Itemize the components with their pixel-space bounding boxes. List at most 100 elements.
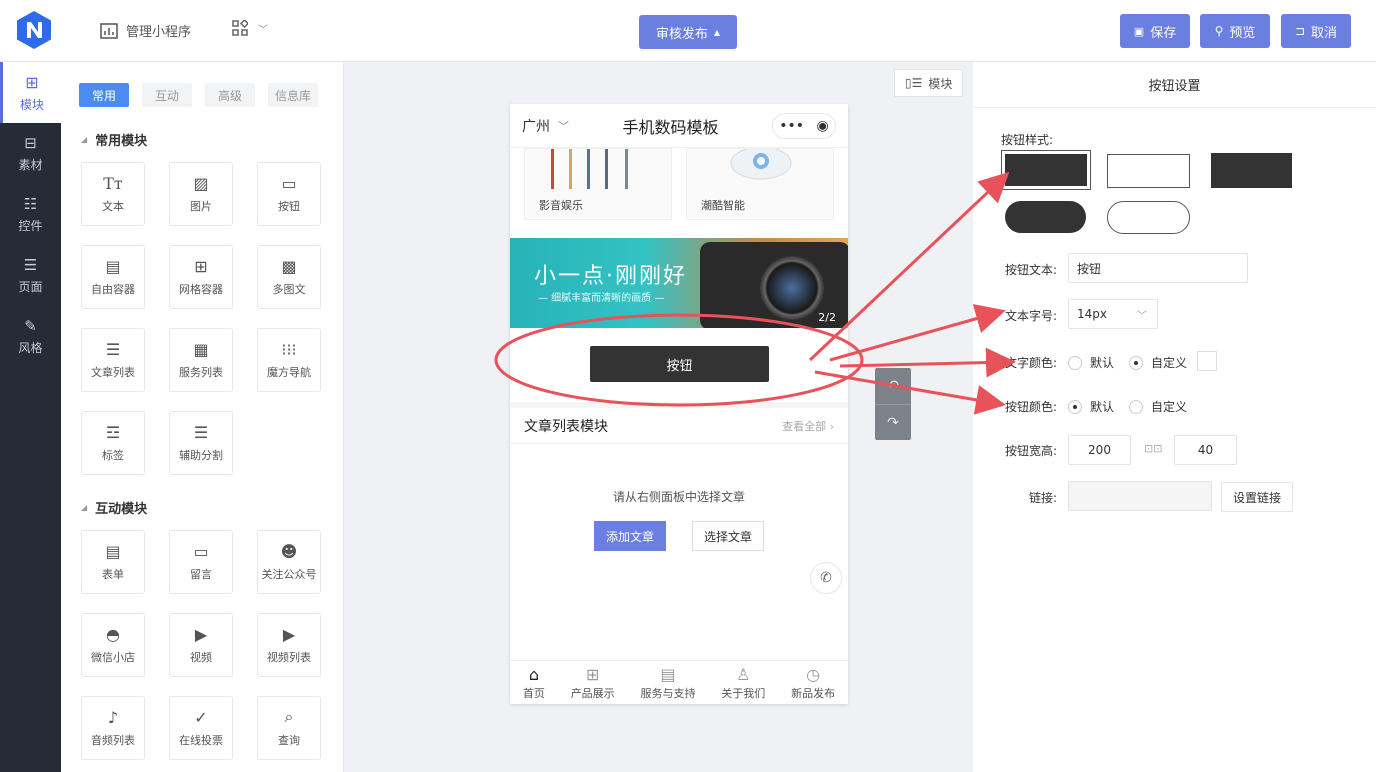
module-cube-nav[interactable]: ⁝⁝⁝ 魔方导航 — [257, 328, 321, 392]
btncolor-default-radio[interactable]: 默认 — [1068, 398, 1114, 415]
tabbar-service[interactable]: ▤ 服务与支持 — [640, 661, 695, 704]
module-tag[interactable]: ☲ 标签 — [81, 411, 145, 475]
undo-icon[interactable]: ↶ — [875, 368, 911, 404]
style-option-solid-pill[interactable] — [1005, 201, 1086, 233]
caret-up-icon: ▲ — [713, 27, 721, 37]
module-audio-list[interactable]: ♪ 音频列表 — [81, 696, 145, 760]
module-image[interactable]: ▨ 图片 — [169, 162, 233, 226]
service-list-icon: ▦ — [193, 339, 209, 359]
tab-advanced[interactable]: 高级 — [205, 83, 255, 107]
module-palette: 常用 互动 高级 信息库 ◢ 常用模块 Tт 文本 ▨ 图片 ▭ 按钮 ▤ 自由容器 ⊞… — [61, 62, 344, 772]
button-module[interactable]: 按钮 — [590, 346, 769, 382]
briefcase-icon: ⊟ — [24, 134, 37, 152]
add-article-button[interactable]: 添加文章 — [594, 521, 666, 551]
style-option-solid-dark[interactable] — [1211, 153, 1292, 188]
set-link-button[interactable]: 设置链接 — [1221, 482, 1293, 512]
module-video-list[interactable]: ▶ 视频列表 — [257, 613, 321, 677]
nav-item-modules[interactable]: ⊞ 模块 — [0, 62, 61, 123]
tabbar-products[interactable]: ⊞ 产品展示 — [571, 661, 615, 704]
tab-info-library[interactable]: 信息库 — [268, 83, 318, 107]
module-article-list[interactable]: ☰ 文章列表 — [81, 328, 145, 392]
section-common-title[interactable]: ◢ 常用模块 — [81, 130, 147, 149]
button-icon: ▭ — [281, 173, 297, 193]
height-input[interactable]: 40 — [1174, 435, 1237, 465]
module-button[interactable]: ▭ 按钮 — [257, 162, 321, 226]
textcolor-swatch[interactable] — [1197, 351, 1217, 371]
module-divider[interactable]: ☰ 辅助分割 — [169, 411, 233, 475]
preview-button[interactable]: ⚲ 预览 — [1200, 14, 1270, 48]
select-article-button[interactable]: 选择文章 — [692, 521, 764, 551]
textcolor-custom-radio[interactable]: 自定义 — [1129, 354, 1187, 371]
style-option-outline-pill[interactable] — [1107, 201, 1190, 234]
module-label: 网格容器 — [179, 283, 223, 296]
product-label: 影音娱乐 — [539, 199, 583, 212]
product-card[interactable]: 影音娱乐 — [524, 148, 672, 220]
document-icon: ▤ — [660, 664, 676, 684]
style-option-outline-square[interactable] — [1107, 154, 1190, 188]
tab-common[interactable]: 常用 — [79, 83, 129, 107]
manage-mini-program[interactable]: 管理小程序 — [100, 21, 191, 40]
section-common-label: 常用模块 — [95, 134, 148, 149]
cancel-button[interactable]: ⊐ 取消 — [1281, 14, 1351, 48]
history-controls: ↶ ↷ — [875, 368, 911, 440]
view-all-link[interactable]: 查看全部 › — [782, 418, 834, 434]
clock-icon: ◷ — [806, 664, 821, 684]
module-online-vote[interactable]: ✓ 在线投票 — [169, 696, 233, 760]
nav-item-style[interactable]: ✎ 风格 — [0, 306, 61, 367]
module-text[interactable]: Tт 文本 — [81, 162, 145, 226]
module-free-container[interactable]: ▤ 自由容器 — [81, 245, 145, 309]
module-follow-account[interactable]: ☻ 关注公众号 — [257, 530, 321, 594]
banner-carousel[interactable]: 小一点·刚刚好 — 细腻丰富而清晰的画质 — 2/2 — [510, 238, 848, 328]
tabbar-about[interactable]: ♙ 关于我们 — [721, 661, 765, 704]
width-input[interactable]: 200 — [1068, 435, 1131, 465]
radio-label: 自定义 — [1151, 400, 1188, 414]
app-logo — [17, 11, 51, 49]
app-switcher[interactable]: ﹀ — [232, 20, 268, 36]
tabbar-new[interactable]: ◷ 新品发布 — [791, 661, 835, 704]
phone-call-icon[interactable]: ✆ — [810, 562, 842, 594]
capsule-menu[interactable]: ••• ◉ — [771, 112, 836, 139]
product-card[interactable]: 潮酷智能 — [686, 148, 834, 220]
module-wechat-store[interactable]: ◓ 微信小店 — [81, 613, 145, 677]
nav-item-controls[interactable]: ☷ 控件 — [0, 184, 61, 245]
product-label: 潮酷智能 — [701, 199, 745, 212]
section-interactive-title[interactable]: ◢ 互动模块 — [81, 498, 147, 517]
redo-icon[interactable]: ↷ — [875, 404, 911, 440]
tabbar-home[interactable]: ⌂ 首页 — [523, 661, 545, 704]
tab-interactive[interactable]: 互动 — [142, 83, 192, 107]
style-option-solid-square-selected[interactable] — [1001, 150, 1091, 190]
article-list-icon: ☰ — [105, 339, 121, 359]
product-image — [551, 149, 628, 189]
button-text-input[interactable]: 按钮 — [1068, 253, 1248, 283]
tabbar-label: 服务与支持 — [640, 686, 696, 700]
article-list-title: 文章列表模块 — [524, 418, 608, 435]
nav-item-label: 控件 — [18, 219, 43, 233]
banner-title: 小一点·刚刚好 — [534, 264, 687, 289]
module-grid-container[interactable]: ⊞ 网格容器 — [169, 245, 233, 309]
module-multi-image-text[interactable]: ▩ 多图文 — [257, 245, 321, 309]
nav-item-materials[interactable]: ⊟ 素材 — [0, 123, 61, 184]
nav-item-pages[interactable]: ☰ 页面 — [0, 245, 61, 306]
link-input[interactable] — [1068, 481, 1212, 511]
module-toggle-button[interactable]: ▯☰ 模块 — [894, 69, 964, 97]
module-message[interactable]: ▭ 留言 — [169, 530, 233, 594]
chart-icon — [100, 22, 118, 39]
module-video[interactable]: ▶ 视频 — [169, 613, 233, 677]
article-list-header: 文章列表模块 查看全部 › — [510, 402, 848, 444]
city-label: 广州 — [522, 118, 550, 135]
link-ratio-icon[interactable]: ⊡⊡ — [1144, 442, 1162, 455]
radio-icon — [1068, 355, 1082, 370]
city-selector[interactable]: 广州 ﹀ — [522, 116, 569, 136]
publish-button[interactable]: 审核发布 ▲ — [639, 15, 737, 49]
module-query[interactable]: ⌕ 查询 — [257, 696, 321, 760]
save-button[interactable]: ▣ 保存 — [1120, 14, 1190, 48]
more-icon: ••• — [779, 117, 805, 134]
textcolor-default-radio[interactable]: 默认 — [1068, 354, 1114, 371]
module-label: 视频 — [190, 651, 212, 664]
fontsize-select[interactable]: 14px ﹀ — [1068, 299, 1158, 329]
btncolor-custom-radio[interactable]: 自定义 — [1129, 398, 1187, 415]
module-form[interactable]: ▤ 表单 — [81, 530, 145, 594]
phone-preview: 广州 ﹀ 手机数码模板 ••• ◉ 影音娱乐 潮酷智能 小一点·刚刚好 — 细腻 — [510, 104, 848, 704]
module-service-list[interactable]: ▦ 服务列表 — [169, 328, 233, 392]
message-icon: ▭ — [193, 541, 209, 561]
